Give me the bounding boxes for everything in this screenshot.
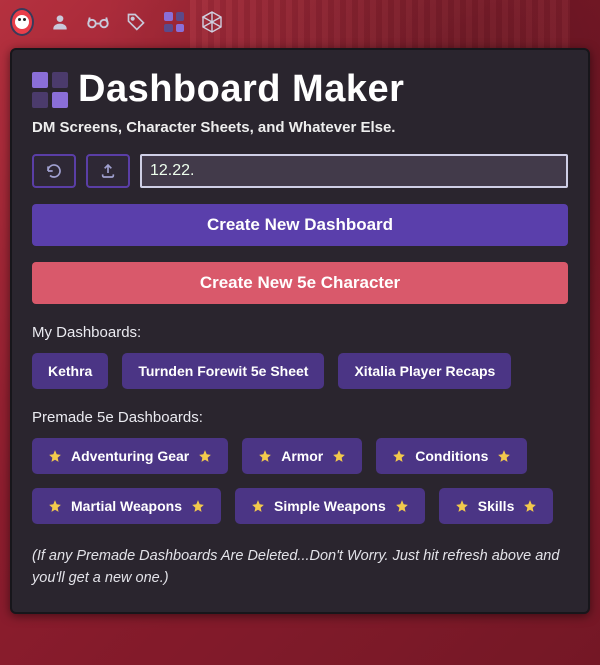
- star-icon: [191, 499, 205, 513]
- pill-label: Armor: [281, 448, 323, 464]
- dashboard-maker-panel: Dashboard Maker DM Screens, Character Sh…: [10, 48, 590, 614]
- top-nav: [0, 0, 600, 40]
- my-dashboard-pill[interactable]: Kethra: [32, 353, 108, 389]
- star-icon: [455, 499, 469, 513]
- app-logo-icon: [32, 72, 68, 108]
- create-5e-character-button[interactable]: Create New 5e Character: [32, 262, 568, 304]
- premade-dashboards-label: Premade 5e Dashboards:: [32, 409, 568, 426]
- premade-dashboards-list: Adventuring Gear Armor Conditions Martial W…: [32, 438, 568, 524]
- pill-label: Kethra: [48, 363, 92, 379]
- pill-label: Adventuring Gear: [71, 448, 189, 464]
- star-icon: [392, 449, 406, 463]
- refresh-button[interactable]: [32, 154, 76, 188]
- star-icon: [523, 499, 537, 513]
- premade-dashboard-pill[interactable]: Conditions: [376, 438, 527, 474]
- star-icon: [395, 499, 409, 513]
- pill-label: Skills: [478, 498, 515, 514]
- star-icon: [48, 449, 62, 463]
- footnote-text: (If any Premade Dashboards Are Deleted..…: [32, 546, 568, 590]
- my-dashboard-pill[interactable]: Xitalia Player Recaps: [338, 353, 511, 389]
- star-icon: [198, 449, 212, 463]
- premade-dashboard-pill[interactable]: Martial Weapons: [32, 488, 221, 524]
- my-dashboards-list: Kethra Turnden Forewit 5e Sheet Xitalia Pl…: [32, 353, 568, 389]
- page-subtitle: DM Screens, Character Sheets, and Whatev…: [32, 119, 568, 136]
- upload-button[interactable]: [86, 154, 130, 188]
- my-dashboards-label: My Dashboards:: [32, 324, 568, 341]
- create-dashboard-button[interactable]: Create New Dashboard: [32, 204, 568, 246]
- premade-dashboard-pill[interactable]: Skills: [439, 488, 554, 524]
- pill-label: Martial Weapons: [71, 498, 182, 514]
- glasses-icon[interactable]: [86, 10, 110, 34]
- premade-dashboard-pill[interactable]: Adventuring Gear: [32, 438, 228, 474]
- premade-dashboard-pill[interactable]: Armor: [242, 438, 362, 474]
- my-dashboard-pill[interactable]: Turnden Forewit 5e Sheet: [122, 353, 324, 389]
- page-title: Dashboard Maker: [78, 68, 404, 111]
- star-icon: [332, 449, 346, 463]
- star-icon: [258, 449, 272, 463]
- dashboard-name-input[interactable]: [140, 154, 568, 188]
- pill-label: Conditions: [415, 448, 488, 464]
- tag-icon[interactable]: [124, 10, 148, 34]
- star-icon: [251, 499, 265, 513]
- pill-label: Xitalia Player Recaps: [354, 363, 495, 379]
- pill-label: Simple Weapons: [274, 498, 386, 514]
- pill-label: Turnden Forewit 5e Sheet: [138, 363, 308, 379]
- avatar-icon[interactable]: [10, 10, 34, 34]
- star-icon: [48, 499, 62, 513]
- premade-dashboard-pill[interactable]: Simple Weapons: [235, 488, 425, 524]
- d20-icon[interactable]: [200, 10, 224, 34]
- person-icon[interactable]: [48, 10, 72, 34]
- star-icon: [497, 449, 511, 463]
- grid-icon[interactable]: [162, 10, 186, 34]
